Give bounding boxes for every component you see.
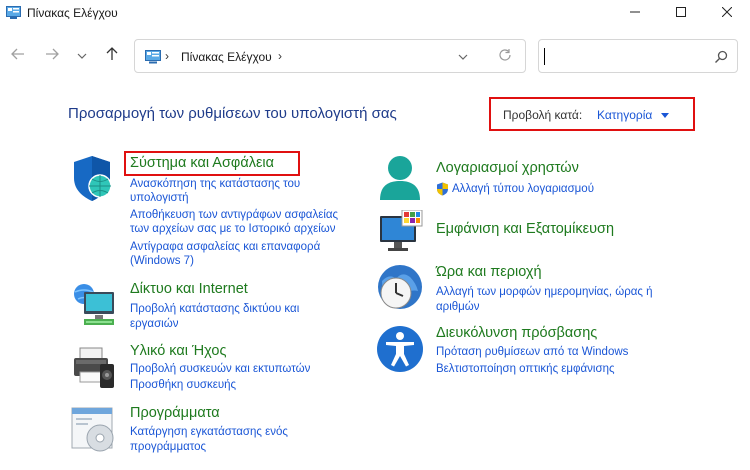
page-title: Προσαρμογή των ρυθμίσεων του υπολογιστή … xyxy=(68,105,397,122)
user-icon[interactable] xyxy=(376,154,424,202)
category-clock-region[interactable]: Ώρα και περιοχή xyxy=(436,264,542,280)
close-button[interactable] xyxy=(704,0,750,26)
link-backup-restore-cont[interactable]: (Windows 7) xyxy=(130,254,194,269)
link-network-status-cont[interactable]: εργασιών xyxy=(130,317,178,332)
clock-icon[interactable] xyxy=(376,263,424,311)
search-input[interactable] xyxy=(538,39,738,73)
link-network-status[interactable]: Προβολή κατάστασης δικτύου και xyxy=(130,302,299,317)
printer-icon[interactable] xyxy=(70,342,118,390)
accessibility-icon[interactable] xyxy=(376,325,424,373)
refresh-icon xyxy=(498,48,512,67)
link-uninstall-program[interactable]: Κατάργηση εγκατάστασης ενός xyxy=(130,425,288,440)
link-optimize-display[interactable]: Βελτιστοποίηση οπτικής εμφάνισης xyxy=(436,362,615,377)
view-by-selector[interactable]: Προβολή κατά: Κατηγορία xyxy=(489,97,695,131)
chevron-down-icon xyxy=(77,47,87,65)
title-bar: Πίνακας Ελέγχου xyxy=(0,0,750,26)
programs-icon[interactable] xyxy=(70,404,118,452)
link-backup-restore[interactable]: Αντίγραφα ασφαλείας και επαναφορά xyxy=(130,240,320,255)
arrow-right-icon xyxy=(45,47,59,65)
breadcrumb-separator-icon[interactable]: › xyxy=(278,49,282,63)
minimize-button[interactable] xyxy=(612,0,658,26)
link-change-account-type[interactable]: Αλλαγή τύπου λογαριασμού xyxy=(452,182,594,197)
address-bar[interactable]: › Πίνακας Ελέγχου › xyxy=(134,39,526,73)
link-devices-printers[interactable]: Προβολή συσκευών και εκτυπωτών xyxy=(130,362,310,377)
refresh-button[interactable] xyxy=(497,48,513,67)
recent-locations-button[interactable] xyxy=(70,45,94,67)
close-icon xyxy=(721,4,733,22)
link-change-date-formats[interactable]: Αλλαγή των μορφών ημερομηνίας, ώρας ή xyxy=(436,285,653,300)
network-icon[interactable] xyxy=(70,280,118,328)
arrow-left-icon xyxy=(11,47,25,65)
window-title: Πίνακας Ελέγχου xyxy=(27,6,118,20)
monitor-icon[interactable] xyxy=(376,209,424,258)
link-file-history-cont[interactable]: των αρχείων σας με το Ιστορικό αρχείων xyxy=(130,222,336,237)
text-cursor xyxy=(544,48,545,65)
link-change-date-formats-cont[interactable]: αριθμών xyxy=(436,300,480,315)
link-recommend-settings[interactable]: Πρόταση ρυθμίσεων από τα Windows xyxy=(436,345,628,360)
category-ease-of-access[interactable]: Διευκόλυνση πρόσβασης xyxy=(436,325,597,341)
maximize-button[interactable] xyxy=(658,0,704,26)
link-review-status[interactable]: Ανασκόπηση της κατάστασης του xyxy=(130,177,300,192)
view-by-label: Προβολή κατά: xyxy=(503,108,583,122)
search-icon xyxy=(713,49,729,65)
link-add-device[interactable]: Προσθήκη συσκευής xyxy=(130,378,236,393)
forward-button[interactable] xyxy=(40,45,64,67)
category-programs[interactable]: Προγράμματα xyxy=(130,405,220,421)
uac-shield-icon xyxy=(436,182,449,201)
link-file-history[interactable]: Αποθήκευση των αντιγράφων ασφαλείας xyxy=(130,208,338,223)
category-user-accounts[interactable]: Λογαριασμοί χρηστών xyxy=(436,160,579,176)
link-review-status-cont[interactable]: υπολογιστή xyxy=(130,191,189,206)
back-button[interactable] xyxy=(6,45,30,67)
category-network-internet[interactable]: Δίκτυο και Internet xyxy=(130,281,248,297)
category-hardware-sound[interactable]: Υλικό και Ήχος xyxy=(130,343,226,359)
arrow-up-icon xyxy=(106,46,118,66)
address-history-button[interactable] xyxy=(455,49,471,65)
up-button[interactable] xyxy=(100,45,124,67)
breadcrumb-separator-icon[interactable]: › xyxy=(165,49,169,63)
caret-down-icon[interactable] xyxy=(661,113,669,118)
control-panel-icon xyxy=(145,50,161,64)
shield-icon[interactable] xyxy=(70,154,118,202)
navigation-bar: › Πίνακας Ελέγχου › xyxy=(0,38,750,74)
highlight-box xyxy=(124,151,300,176)
view-by-dropdown[interactable]: Κατηγορία xyxy=(597,108,652,122)
chevron-down-icon xyxy=(458,48,468,66)
minimize-icon xyxy=(630,4,640,22)
control-panel-icon xyxy=(6,6,21,19)
link-uninstall-program-cont[interactable]: προγράμματος xyxy=(130,440,206,455)
maximize-icon xyxy=(676,4,686,22)
breadcrumb-control-panel[interactable]: Πίνακας Ελέγχου xyxy=(181,50,272,64)
category-appearance-personalization[interactable]: Εμφάνιση και Εξατομίκευση xyxy=(436,221,614,237)
